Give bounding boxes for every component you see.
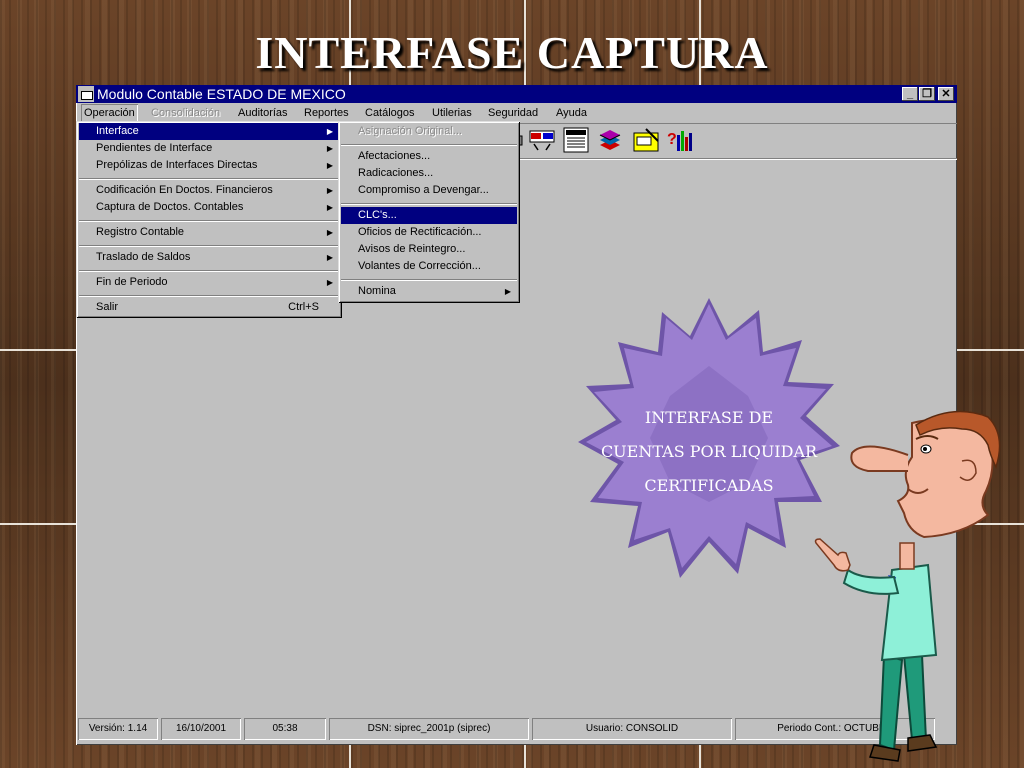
menu-item-codificacion[interactable]: Codificación En Doctos. Financieros ▶ xyxy=(79,182,339,199)
submenu-item-compromiso[interactable]: Compromiso a Devengar... xyxy=(341,182,517,199)
menu-separator xyxy=(79,295,339,297)
pointing-man-illustration xyxy=(814,410,1001,762)
app-icon[interactable] xyxy=(78,86,94,102)
menu-item-prepolizas[interactable]: Prepólizas de Interfaces Directas ▶ xyxy=(79,157,339,174)
callout-line: CUENTAS POR LIQUIDAR xyxy=(600,442,818,461)
minimize-button[interactable]: _ xyxy=(902,87,918,101)
submenu-item-clcs[interactable]: CLC's... xyxy=(341,207,517,224)
submenu-item-nomina[interactable]: Nomina ▶ xyxy=(341,283,517,300)
submenu-item-asignacion: Asignación Original... xyxy=(358,125,462,137)
callout-line: CERTIFICADAS xyxy=(644,476,774,495)
menu-separator xyxy=(341,279,517,281)
menu-separator xyxy=(79,245,339,247)
menu-utilerias[interactable]: Utilerias xyxy=(432,104,472,122)
document-icon[interactable] xyxy=(562,127,590,153)
date-panel: 16/10/2001 xyxy=(161,718,241,740)
user-panel: Usuario: CONSOLID xyxy=(532,718,732,740)
menu-separator xyxy=(79,220,339,222)
menu-separator xyxy=(341,203,517,205)
menu-bar: Operación Consolidación Auditorías Repor… xyxy=(76,104,957,122)
close-button[interactable]: ✕ xyxy=(938,87,954,101)
menu-separator xyxy=(79,178,339,180)
help-chart-icon[interactable]: ? xyxy=(666,127,694,153)
title-bar[interactable]: Modulo Contable ESTADO DE MEXICO _ ❐ ✕ xyxy=(76,85,957,103)
menu-item-registro[interactable]: Registro Contable ▶ xyxy=(79,224,339,241)
menu-seguridad[interactable]: Seguridad xyxy=(488,104,538,122)
submenu-item-radicaciones[interactable]: Radicaciones... xyxy=(341,165,517,182)
submenu-item-volantes[interactable]: Volantes de Corrección... xyxy=(341,258,517,275)
menu-reportes[interactable]: Reportes xyxy=(304,104,349,122)
window-title: Modulo Contable ESTADO DE MEXICO xyxy=(97,86,346,102)
salir-shortcut: Ctrl+S xyxy=(288,301,319,313)
menu-item-traslado[interactable]: Traslado de Saldos ▶ xyxy=(79,249,339,266)
menu-item-pendientes[interactable]: Pendientes de Interface ▶ xyxy=(79,140,339,157)
chart-edit-icon[interactable] xyxy=(632,127,660,153)
menu-separator xyxy=(341,144,517,146)
callout-line: INTERFASE DE xyxy=(644,408,774,427)
menu-separator xyxy=(79,270,339,272)
menu-operacion[interactable]: Operación xyxy=(81,104,138,122)
svg-text:?: ? xyxy=(667,131,677,148)
menu-item-captura[interactable]: Captura de Doctos. Contables ▶ xyxy=(79,199,339,216)
menu-catalogos[interactable]: Catálogos xyxy=(365,104,415,122)
operacion-menu: Interface ▶ Pendientes de Interface ▶ Prep… xyxy=(76,121,342,318)
menu-ayuda[interactable]: Ayuda xyxy=(556,104,587,122)
submenu-item-avisos[interactable]: Avisos de Reintegro... xyxy=(341,241,517,258)
books-icon[interactable] xyxy=(596,127,624,153)
menu-auditorias[interactable]: Auditorías xyxy=(238,104,288,122)
menu-consolidacion: Consolidación xyxy=(151,107,221,119)
report-icon[interactable] xyxy=(528,127,556,153)
version-panel: Versión: 1.14 xyxy=(78,718,158,740)
callout-text: INTERFASE DE CUENTAS POR LIQUIDAR CERTIF… xyxy=(578,401,840,503)
dsn-panel: DSN: siprec_2001p (siprec) xyxy=(329,718,529,740)
menu-item-interface[interactable]: Interface ▶ xyxy=(79,123,339,140)
submenu-item-afectaciones[interactable]: Afectaciones... xyxy=(341,148,517,165)
menu-item-fin-periodo[interactable]: Fin de Periodo ▶ xyxy=(79,274,339,291)
interface-submenu: Asignación Original... Afectaciones... R… xyxy=(338,121,520,303)
submenu-item-oficios[interactable]: Oficios de Rectificación... xyxy=(341,224,517,241)
menu-item-salir[interactable]: Salir Ctrl+S xyxy=(79,299,339,316)
callout-starburst: INTERFASE DE CUENTAS POR LIQUIDAR CERTIF… xyxy=(578,296,840,580)
time-panel: 05:38 xyxy=(244,718,326,740)
restore-button[interactable]: ❐ xyxy=(919,87,935,101)
slide-title: INTERFASE CAPTURA xyxy=(255,27,769,78)
